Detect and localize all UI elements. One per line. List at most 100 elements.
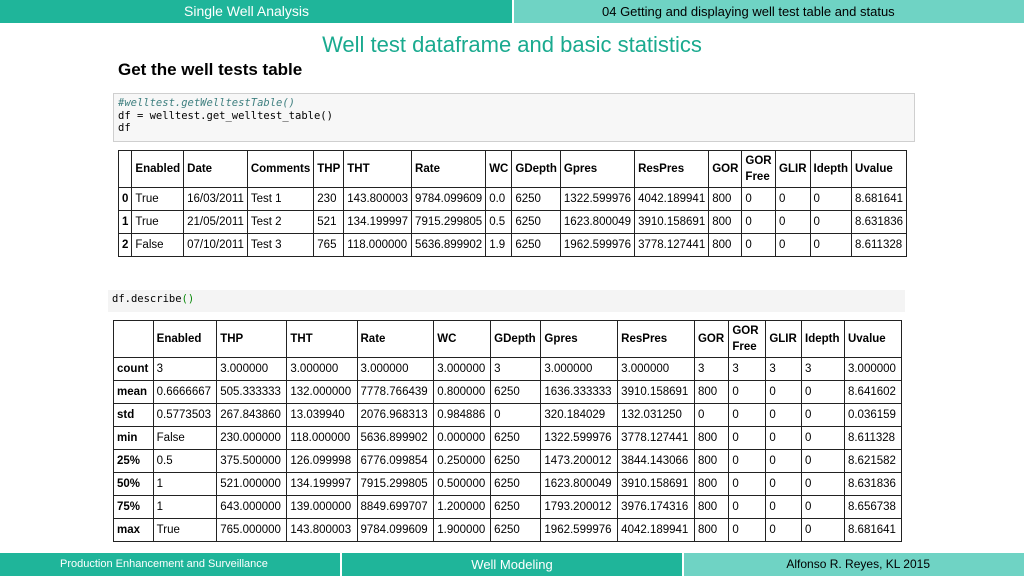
column-header: Idepth	[801, 320, 845, 358]
table-cell: 1962.599976	[559, 233, 636, 257]
table-row: max True 765.000000 143.800003 9784.099609 1.…	[113, 518, 903, 542]
table-row: 25% 0.5 375.500000 126.099998 6776.099854 0.2…	[113, 449, 903, 473]
table-cell: 0.0	[485, 187, 513, 211]
code-line-comment: #welltest.getWelltestTable()	[118, 97, 296, 109]
table-cell: 0	[741, 210, 777, 234]
column-header: Enabled	[131, 150, 185, 188]
table-cell: 7778.766439	[356, 380, 435, 404]
row-index: 75%	[113, 495, 154, 519]
column-header: Date	[183, 150, 248, 188]
table-cell: 0	[775, 233, 811, 257]
table-cell: 0	[728, 380, 767, 404]
footer-right-text: Alfonso R. Reyes, KL 2015	[786, 557, 930, 571]
column-header: Uvalue	[843, 320, 903, 358]
table-cell: 800	[693, 380, 730, 404]
table-cell: 1322.599976	[559, 187, 636, 211]
table-cell: 118.000000	[343, 233, 413, 257]
column-header: Gpres	[559, 150, 636, 188]
table-cell: 1	[152, 495, 218, 519]
table-cell: 132.000000	[286, 380, 358, 404]
table-cell: 6250	[490, 449, 542, 473]
table-cell: 6250	[511, 233, 561, 257]
table-cell: True	[152, 518, 218, 542]
table-cell: 7915.299805	[356, 472, 435, 496]
table-cell: 1322.599976	[540, 426, 619, 450]
table-cell: 4042.189941	[617, 518, 695, 542]
table-row: mean 0.6666667 505.333333 132.000000 7778.76…	[113, 380, 903, 404]
header-left-title: Single Well Analysis	[184, 3, 310, 19]
table-row: count 3 3.000000 3.000000 3.000000 3.000000 3 3…	[113, 357, 903, 381]
column-header: ResPres	[634, 150, 710, 188]
table-cell: 7915.299805	[411, 210, 487, 234]
table-cell: 8849.699707	[356, 495, 435, 519]
column-header: GDepth	[490, 320, 542, 358]
table-cell: 0	[809, 210, 853, 234]
table-cell: 765.000000	[216, 518, 288, 542]
footer-right: Alfonso R. Reyes, KL 2015	[684, 553, 1024, 576]
table-cell: 8.656738	[843, 495, 903, 519]
table-cell: 1.9	[485, 233, 513, 257]
table-cell: 765	[313, 233, 345, 257]
section-title: Get the well tests table	[118, 60, 303, 79]
table-cell: 0	[801, 380, 845, 404]
table-cell: 0	[741, 233, 777, 257]
table-cell: 143.800003	[343, 187, 413, 211]
table-cell: 07/10/2011	[183, 233, 248, 257]
table-cell: 0	[765, 449, 803, 473]
column-header: THP	[313, 150, 345, 188]
row-index: 2	[117, 233, 133, 257]
table-cell: 8.631836	[843, 472, 903, 496]
table-cell: 3	[152, 357, 218, 381]
table-row: 0 True 16/03/2011 Test 1 230 143.800003 9784.0…	[117, 187, 907, 211]
table-header-row: Enabled THP THT Rate WC GDepth Gpres ResPres GOR…	[113, 320, 903, 358]
column-header: WC	[485, 150, 513, 188]
table-cell: 3910.158691	[617, 380, 695, 404]
table-cell: 0.6666667	[152, 380, 218, 404]
column-header: GDepth	[511, 150, 561, 188]
column-header: GOR	[693, 320, 730, 358]
table-cell: 6250	[490, 495, 542, 519]
table-cell: 3.000000	[540, 357, 619, 381]
header-right: 04 Getting and displaying well test tabl…	[514, 0, 1024, 23]
code-describe-call: df.describe	[112, 293, 182, 305]
code-cell-describe[interactable]: df.describe()	[108, 290, 905, 312]
table-cell: 8.641602	[843, 380, 903, 404]
table-cell: 3	[693, 357, 730, 381]
table-cell: 6250	[490, 472, 542, 496]
table-cell: 643.000000	[216, 495, 288, 519]
table-cell: 1793.200012	[540, 495, 619, 519]
row-index: 1	[117, 210, 133, 234]
column-header: THP	[216, 320, 288, 358]
table-cell: 6776.099854	[356, 449, 435, 473]
column-header: Rate	[356, 320, 435, 358]
column-header: GOR Free	[741, 150, 777, 188]
table-row: min False 230.000000 118.000000 5636.899902 0…	[113, 426, 903, 450]
table-cell: 0	[490, 403, 542, 427]
table-cell: 0	[801, 403, 845, 427]
table-cell: 0	[693, 403, 730, 427]
table-cell: 3778.127441	[634, 233, 710, 257]
table-cell: 3910.158691	[617, 472, 695, 496]
table-cell: 0	[728, 403, 767, 427]
table-cell: 3	[765, 357, 803, 381]
table-cell: 800	[693, 472, 730, 496]
table-cell: 0.000000	[433, 426, 492, 450]
table-cell: 5636.899902	[356, 426, 435, 450]
table-cell: 6250	[511, 187, 561, 211]
table-cell: 21/05/2011	[183, 210, 248, 234]
code-cell-get-table[interactable]: #welltest.getWelltestTable() df = wellte…	[113, 93, 915, 142]
table-cell: 3.000000	[356, 357, 435, 381]
table-cell: 1623.800049	[559, 210, 636, 234]
welltest-table: Enabled Date Comments THP THT Rate WC GDepth Gpr…	[117, 150, 907, 257]
column-header: Comments	[246, 150, 315, 188]
table-cell: 0.500000	[433, 472, 492, 496]
table-cell: 0	[728, 426, 767, 450]
table-cell: 3	[728, 357, 767, 381]
table-cell: 320.184029	[540, 403, 619, 427]
table-cell: 134.199997	[286, 472, 358, 496]
table-cell: 3.000000	[843, 357, 903, 381]
table-cell: 800	[693, 495, 730, 519]
table-cell: 0	[801, 449, 845, 473]
header-left: Single Well Analysis	[0, 0, 512, 23]
column-header: Rate	[411, 150, 487, 188]
